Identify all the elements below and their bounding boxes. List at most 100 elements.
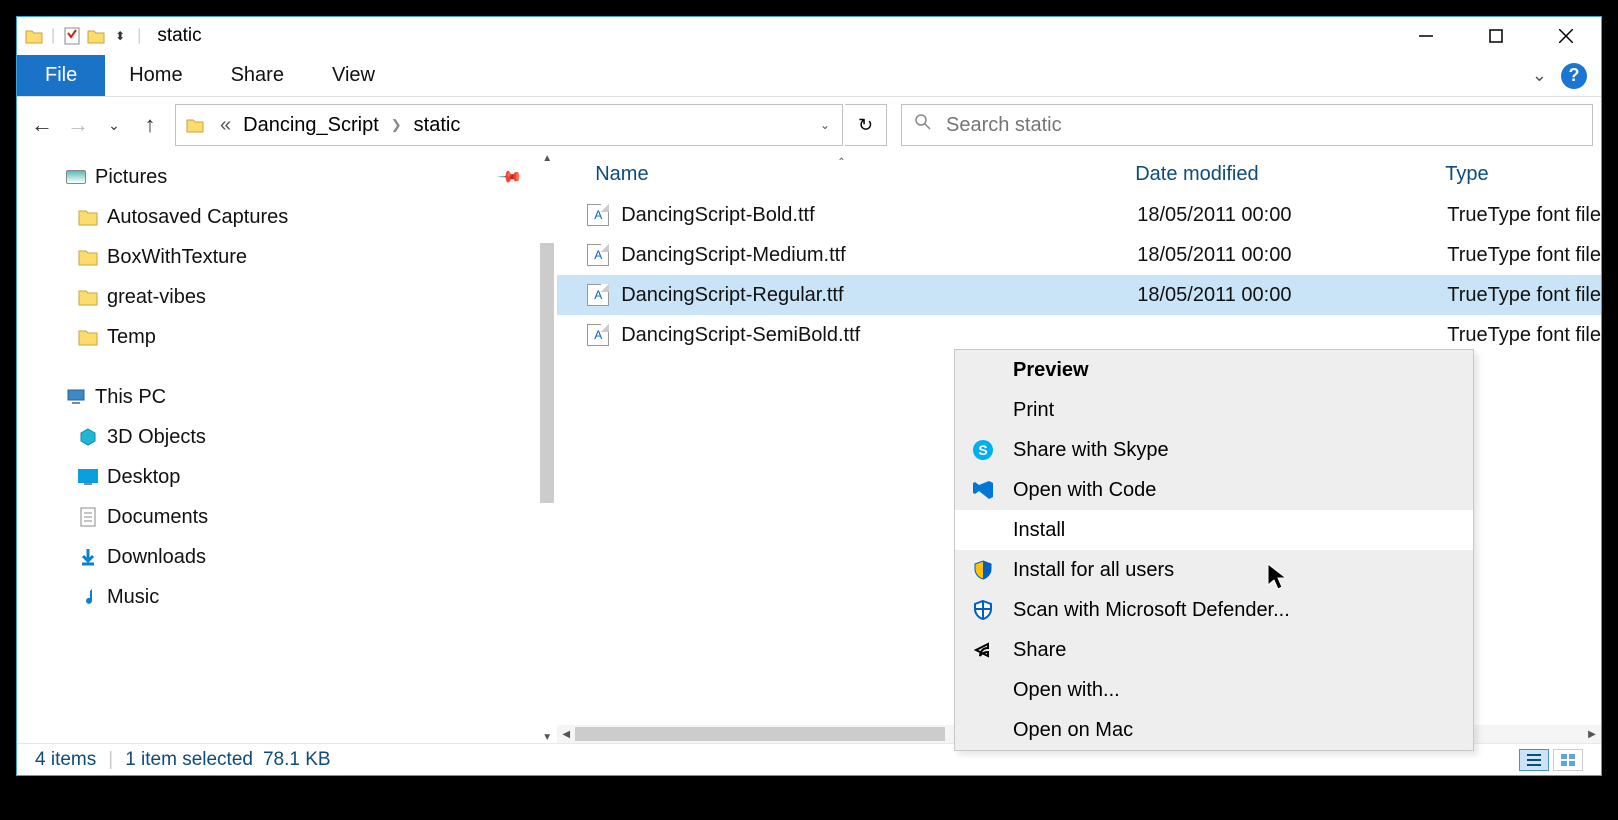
ctx-item-label: Install — [1013, 519, 1065, 542]
sidebar-item-pictures[interactable]: Pictures📌 — [17, 157, 556, 197]
ctx-item-label: Print — [1013, 399, 1054, 422]
view-thumbnails-button[interactable] — [1553, 749, 1583, 771]
sidebar-item-downloads[interactable]: Downloads — [17, 537, 556, 577]
tab-share[interactable]: Share — [207, 55, 308, 96]
column-type[interactable]: Type — [1437, 163, 1601, 186]
file-row[interactable]: A DancingScript-Bold.ttf 18/05/2011 00:0… — [557, 195, 1601, 235]
ctx-preview[interactable]: Preview — [955, 350, 1473, 390]
sidebar-item-3d-objects[interactable]: 3D Objects — [17, 417, 556, 457]
minimize-button[interactable] — [1391, 17, 1461, 55]
qat-dropdown-icon[interactable]: ⬍ — [109, 25, 131, 47]
file-date: 18/05/2011 00:00 — [1137, 244, 1447, 267]
ctx-install[interactable]: Install — [955, 510, 1473, 550]
folder-icon — [77, 246, 99, 268]
vscode-icon — [971, 478, 995, 502]
ctx-item-label: Scan with Microsoft Defender... — [1013, 599, 1290, 622]
ctx-open-with-[interactable]: Open with... — [955, 670, 1473, 710]
properties-icon[interactable] — [61, 25, 83, 47]
folder-icon — [23, 25, 45, 47]
ctx-item-label: Open with Code — [1013, 479, 1156, 502]
close-button[interactable] — [1531, 17, 1601, 55]
column-headers: Name⌃ Date modified Type — [557, 153, 1601, 195]
tab-view[interactable]: View — [308, 55, 399, 96]
window-title: static — [157, 25, 201, 47]
ctx-item-label: Share with Skype — [1013, 439, 1169, 462]
sidebar-item-music[interactable]: Music — [17, 577, 556, 617]
sidebar-item-temp[interactable]: Temp — [17, 317, 556, 357]
sidebar-item-label: Music — [107, 586, 159, 609]
file-row[interactable]: A DancingScript-Regular.ttf 18/05/2011 0… — [557, 275, 1601, 315]
sidebar-item-label: 3D Objects — [107, 426, 206, 449]
view-details-button[interactable] — [1519, 749, 1549, 771]
svg-text:S: S — [978, 442, 987, 458]
ctx-scan-with-microsoft-defender-[interactable]: Scan with Microsoft Defender... — [955, 590, 1473, 630]
breadcrumb-parent[interactable]: Dancing_Script — [237, 114, 385, 137]
maximize-button[interactable] — [1461, 17, 1531, 55]
sidebar-scrollbar[interactable]: ▲ ▼ — [538, 153, 556, 743]
ctx-share[interactable]: Share — [955, 630, 1473, 670]
sort-indicator-icon: ⌃ — [837, 157, 845, 168]
search-icon — [914, 113, 932, 137]
address-dropdown-icon[interactable]: ⌄ — [808, 118, 842, 132]
column-date[interactable]: Date modified — [1127, 163, 1437, 186]
ctx-install-for-all-users[interactable]: Install for all users — [955, 550, 1473, 590]
context-menu: Preview Print S Share with Skype Open with C… — [954, 349, 1474, 751]
address-bar[interactable]: « Dancing_Script ❯ static ⌄ — [175, 104, 843, 146]
refresh-button[interactable]: ↻ — [845, 104, 887, 146]
separator: | — [51, 27, 55, 45]
help-button[interactable]: ? — [1561, 63, 1587, 89]
ctx-print[interactable]: Print — [955, 390, 1473, 430]
sidebar-item-great-vibes[interactable]: great-vibes — [17, 277, 556, 317]
scroll-right-icon[interactable]: ▶ — [1583, 729, 1601, 740]
file-type: TrueType font file — [1447, 324, 1601, 347]
sidebar-item-autosaved-captures[interactable]: Autosaved Captures — [17, 197, 556, 237]
scroll-up-icon[interactable]: ▲ — [538, 153, 556, 164]
folder-icon — [184, 114, 206, 136]
separator: | — [137, 27, 141, 45]
sidebar-item-label: This PC — [95, 386, 166, 409]
ctx-item-label: Open with... — [1013, 679, 1120, 702]
ctx-share-with-skype[interactable]: S Share with Skype — [955, 430, 1473, 470]
nav-history-dropdown[interactable]: ⌄ — [97, 108, 131, 142]
shield-icon — [971, 558, 995, 582]
ctx-open-with-code[interactable]: Open with Code — [955, 470, 1473, 510]
pin-icon: 📌 — [496, 163, 524, 191]
scroll-down-icon[interactable]: ▼ — [538, 732, 556, 743]
search-input[interactable] — [946, 114, 1580, 137]
column-name[interactable]: Name⌃ — [587, 163, 1127, 186]
breadcrumb-current[interactable]: static — [408, 114, 467, 137]
nav-forward-button[interactable]: → — [61, 108, 95, 142]
sidebar-item-label: Temp — [107, 326, 156, 349]
status-selection: 1 item selected — [125, 749, 253, 771]
folder-icon — [77, 286, 99, 308]
scrollbar-thumb[interactable] — [540, 243, 554, 503]
file-date: 18/05/2011 00:00 — [1137, 284, 1447, 307]
sidebar-item-label: great-vibes — [107, 286, 206, 309]
sidebar-item-boxwithtexture[interactable]: BoxWithTexture — [17, 237, 556, 277]
sidebar-item-this-pc[interactable]: This PC — [17, 377, 556, 417]
search-bar[interactable] — [901, 104, 1593, 146]
nav-back-button[interactable]: ← — [25, 108, 59, 142]
3d-icon — [77, 426, 99, 448]
file-name: DancingScript-Regular.ttf — [621, 284, 1137, 307]
tab-file[interactable]: File — [17, 55, 105, 96]
chevron-right-icon[interactable]: ❯ — [385, 117, 408, 133]
tab-home[interactable]: Home — [105, 55, 206, 96]
font-file-icon: A — [587, 244, 609, 266]
nav-up-button[interactable]: ↑ — [133, 108, 167, 142]
navbar: ← → ⌄ ↑ « Dancing_Script ❯ static ⌄ ↻ — [17, 97, 1601, 153]
file-row[interactable]: A DancingScript-Medium.ttf 18/05/2011 00… — [557, 235, 1601, 275]
ctx-item-label: Share — [1013, 639, 1066, 662]
scrollbar-thumb[interactable] — [575, 727, 945, 741]
file-name: DancingScript-SemiBold.ttf — [621, 324, 1137, 347]
file-type: TrueType font file — [1447, 244, 1601, 267]
status-item-count: 4 items — [35, 749, 96, 771]
ctx-open-on-mac[interactable]: Open on Mac — [955, 710, 1473, 750]
desk-icon — [77, 466, 99, 488]
folder-icon — [77, 326, 99, 348]
ribbon-expand-icon[interactable]: ⌄ — [1532, 65, 1547, 86]
ctx-item-label: Install for all users — [1013, 559, 1174, 582]
sidebar-item-documents[interactable]: Documents — [17, 497, 556, 537]
scroll-left-icon[interactable]: ◀ — [557, 729, 575, 740]
sidebar-item-desktop[interactable]: Desktop — [17, 457, 556, 497]
